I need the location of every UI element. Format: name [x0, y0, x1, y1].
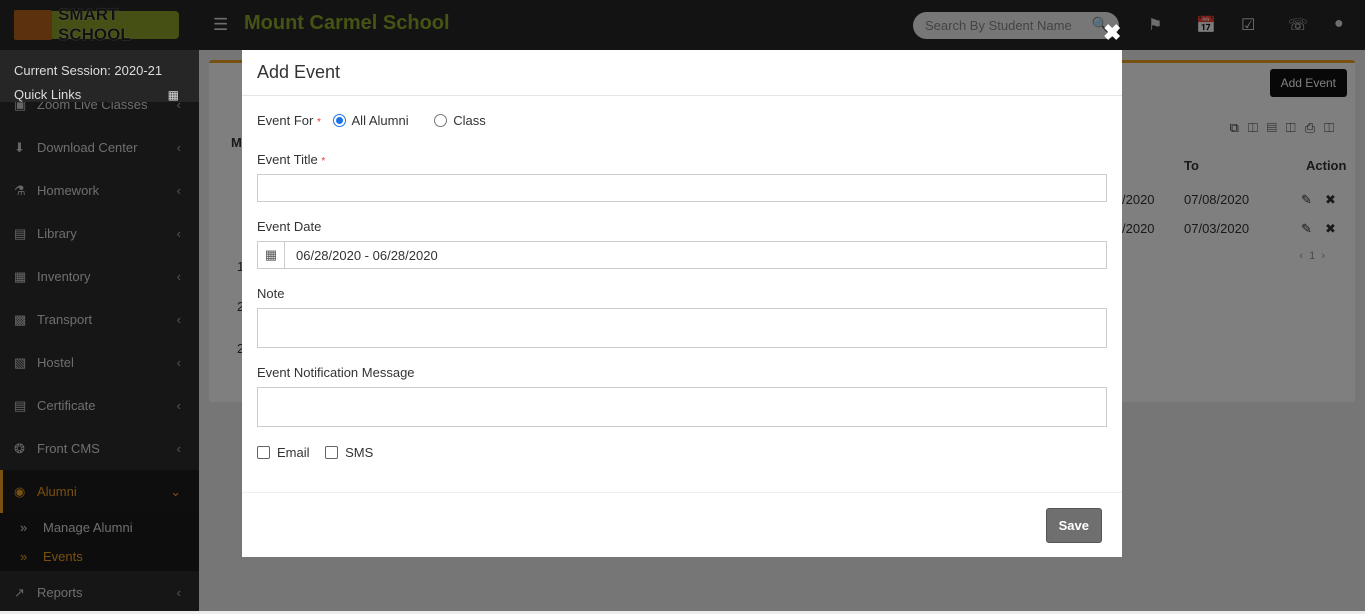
note-label: Note	[257, 286, 285, 301]
note-textarea[interactable]	[257, 308, 1107, 348]
radio-class[interactable]: Class	[434, 113, 486, 128]
event-for-group: Event For * All Alumni Class	[257, 113, 486, 128]
label: All Alumni	[351, 113, 409, 128]
notification-message-textarea[interactable]	[257, 387, 1107, 427]
label: Class	[453, 113, 486, 128]
quick-links[interactable]: Quick Links	[14, 83, 185, 107]
calendar-icon[interactable]: ▦	[258, 242, 285, 268]
date-range-value: 06/28/2020 - 06/28/2020	[296, 247, 438, 263]
add-event-modal: Add Event Event For * All Alumni Class E…	[242, 50, 1122, 557]
event-for-label: Event For	[257, 113, 314, 128]
required-mark: *	[316, 117, 321, 128]
event-date-input[interactable]: ▦ 06/28/2020 - 06/28/2020	[257, 241, 1107, 269]
save-button[interactable]: Save	[1045, 508, 1102, 543]
radio-all-alumni[interactable]: All Alumni	[332, 113, 409, 128]
close-icon[interactable]: ✖	[1103, 20, 1121, 46]
label: Email	[277, 445, 310, 460]
grid-icon[interactable]: ▦	[168, 83, 179, 107]
current-session[interactable]: Current Session: 2020-21	[14, 59, 185, 83]
event-title-input[interactable]	[257, 174, 1107, 202]
label: SMS	[345, 445, 374, 460]
session-panel: Current Session: 2020-21 Quick Links ▦	[0, 50, 199, 102]
radio-unchecked-icon[interactable]	[434, 114, 448, 127]
modal-footer-divider	[242, 492, 1122, 493]
email-checkbox[interactable]: Email	[257, 445, 310, 460]
checkbox-icon[interactable]	[257, 446, 270, 459]
event-title-label: Event Title	[257, 152, 318, 167]
sms-checkbox[interactable]: SMS	[325, 445, 373, 460]
required-mark: *	[321, 156, 326, 167]
checkbox-icon[interactable]	[325, 446, 339, 459]
modal-title: Add Event	[242, 50, 1122, 96]
radio-checked-icon[interactable]	[332, 114, 346, 127]
notification-message-label: Event Notification Message	[257, 365, 415, 380]
event-date-label: Event Date	[257, 219, 322, 234]
